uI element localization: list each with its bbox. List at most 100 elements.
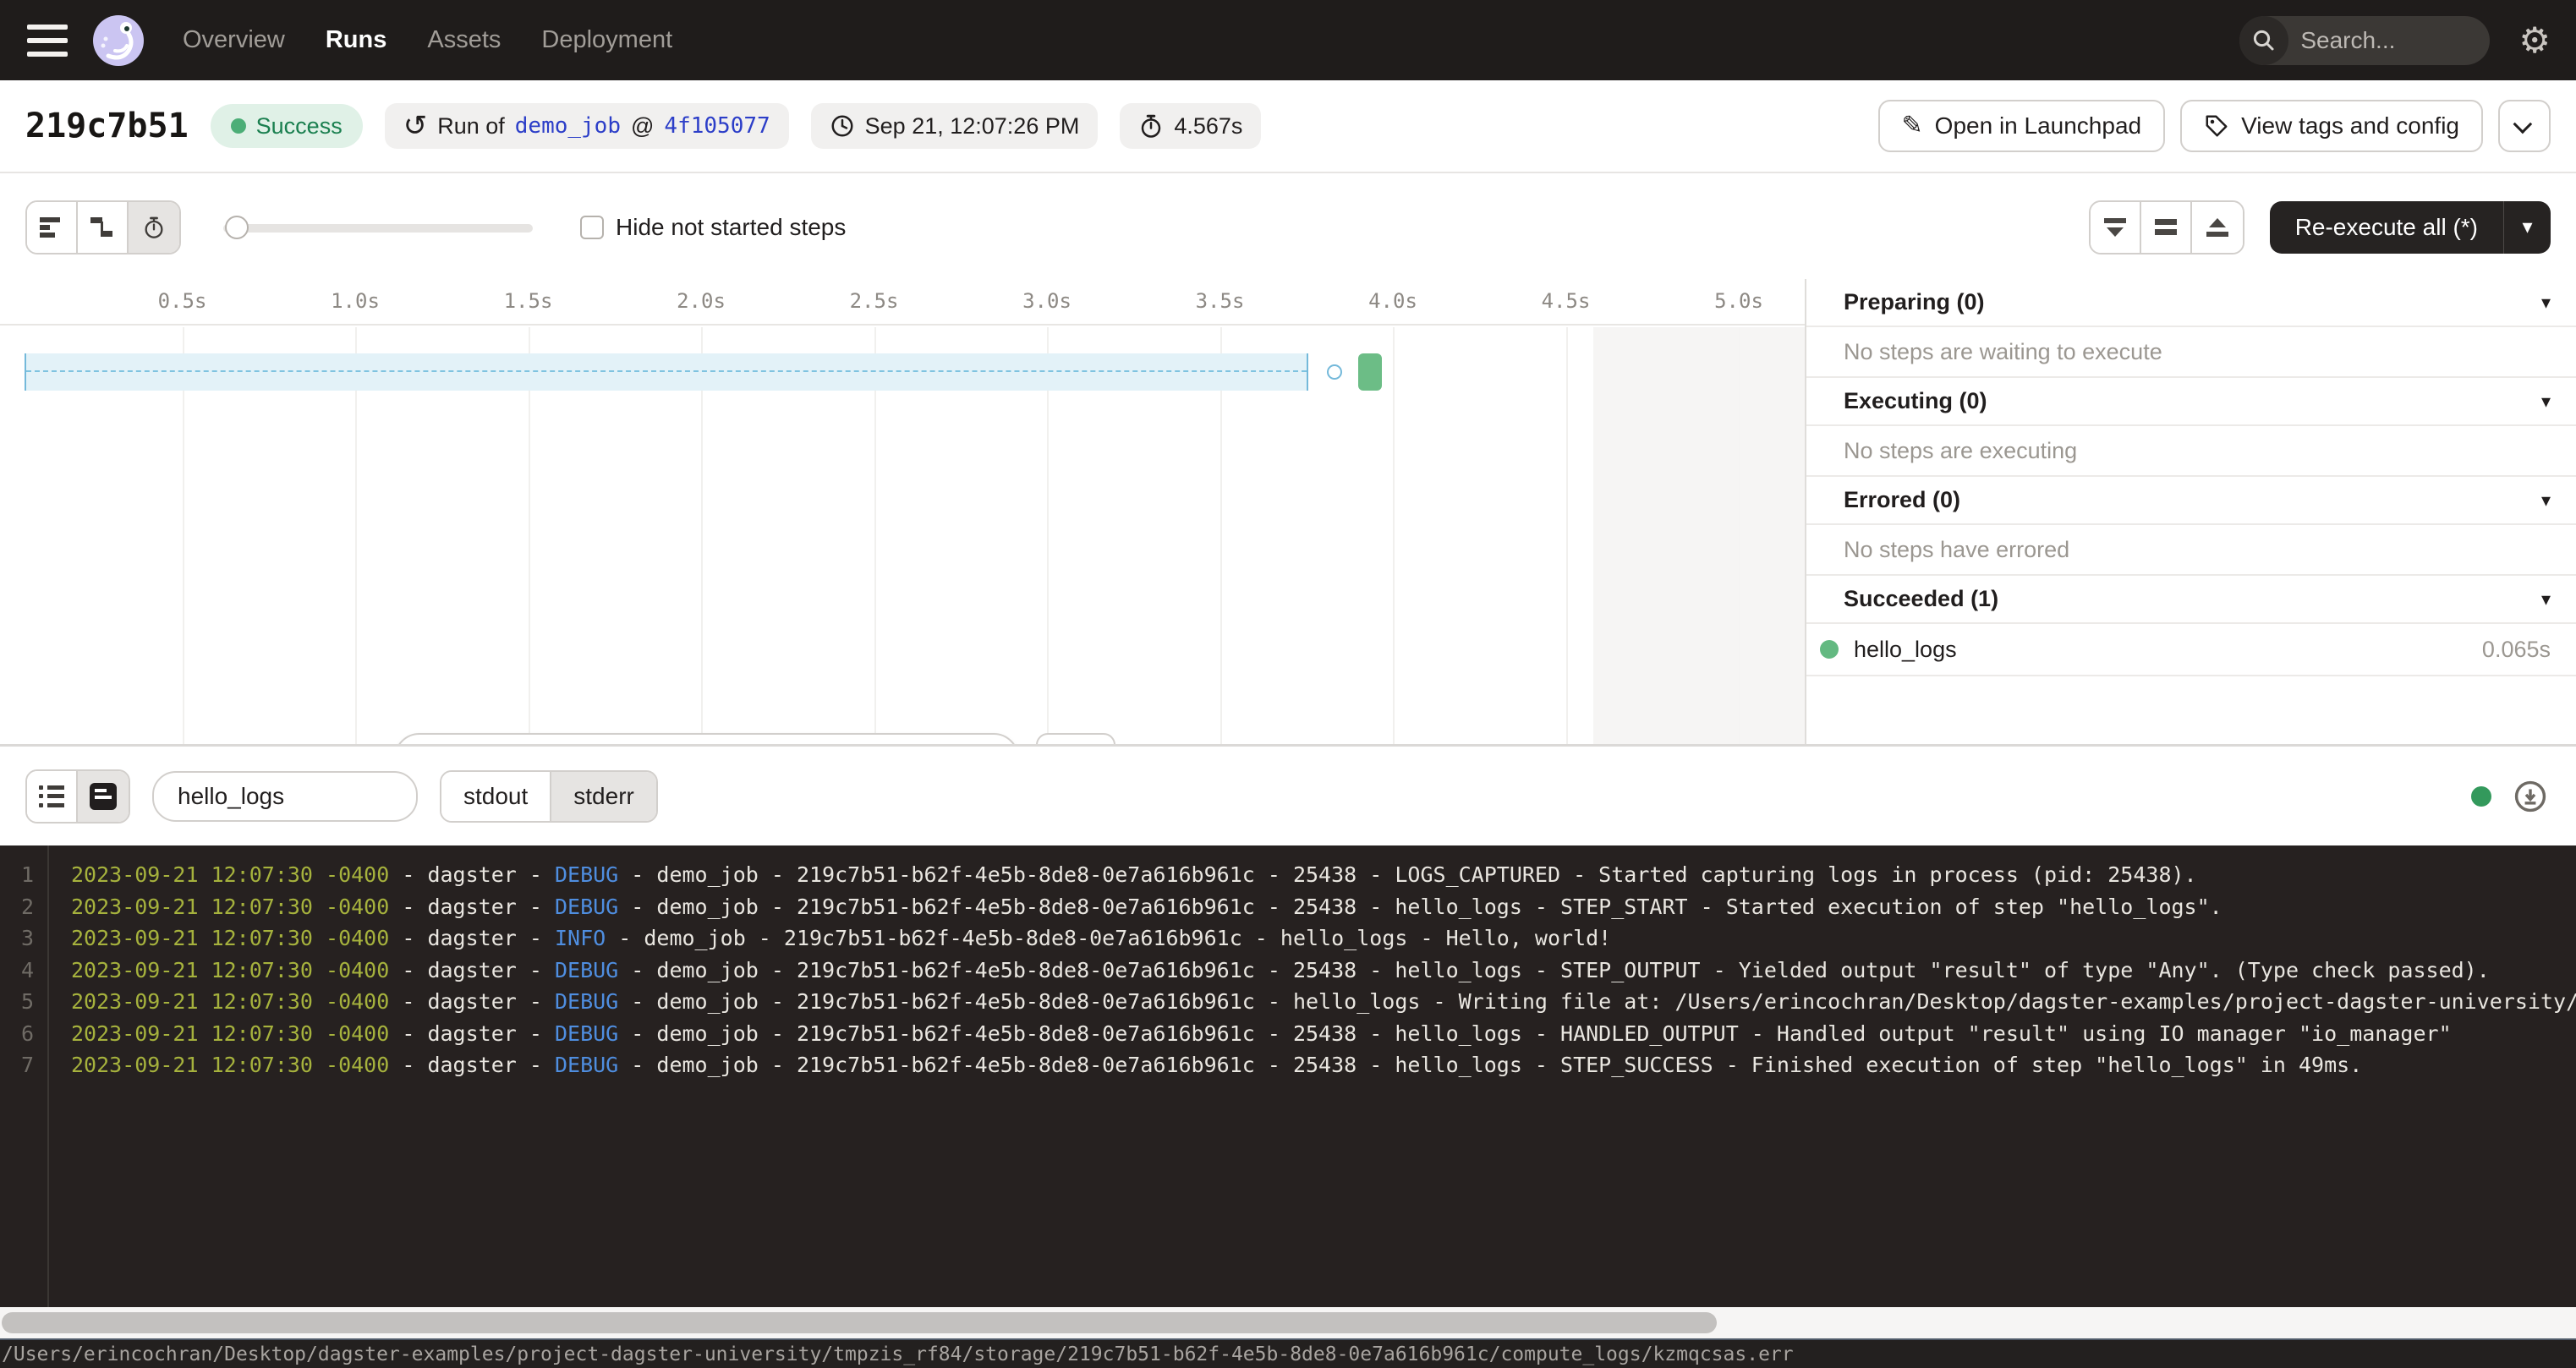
axis-tick-label: 4.5s [1542, 289, 1591, 313]
log-lines: 12023-09-21 12:07:30 -0400 - dagster - D… [0, 859, 2576, 1081]
step-marker-dot[interactable] [1327, 364, 1342, 380]
split-panels-button[interactable] [2141, 202, 2192, 253]
waterfall-view-icon [90, 216, 114, 238]
run-id: 219c7b51 [25, 107, 189, 145]
step-status-panel: Preparing (0) ▾ No steps are waiting to … [1806, 279, 2576, 744]
hide-not-started-label: Hide not started steps [616, 214, 846, 241]
stopwatch-icon [1138, 113, 1164, 139]
split-rows-icon [2155, 219, 2177, 235]
reexecute-options-button[interactable]: ▾ [2503, 201, 2551, 254]
hamburger-icon[interactable] [27, 25, 68, 57]
step-subset-controls: Hide unselected steps [394, 733, 1418, 744]
list-icon [39, 785, 64, 807]
gantt-toolbar-right: Re-execute all (*) ▾ [2089, 200, 2551, 254]
log-view-mode-group [25, 769, 130, 824]
after-run-shading [1593, 327, 1805, 744]
section-caret-icon[interactable]: ▾ [2541, 490, 2551, 512]
log-line: 32023-09-21 12:07:30 -0400 - dagster - I… [0, 922, 2576, 955]
stopwatch-icon [142, 216, 166, 239]
slider-handle[interactable] [225, 216, 249, 239]
waterfall-view-button[interactable] [78, 202, 129, 253]
log-line: 52023-09-21 12:07:30 -0400 - dagster - D… [0, 986, 2576, 1018]
run-of-tag: ↺ Run of demo_job @ 4f105077 [385, 103, 789, 149]
console-icon [90, 783, 117, 810]
collapse-bottom-button[interactable] [2091, 202, 2141, 253]
tab-stdout[interactable]: stdout [441, 772, 551, 821]
job-link[interactable]: demo_job [515, 113, 621, 139]
tab-stderr[interactable]: stderr [551, 772, 656, 821]
timed-view-button[interactable] [129, 202, 179, 253]
scrollbar-thumb[interactable] [2, 1312, 1717, 1333]
nav-item-deployment[interactable]: Deployment [541, 26, 672, 54]
section-header-preparing[interactable]: Preparing (0) ▾ [1806, 279, 2576, 327]
search-input[interactable] [2288, 27, 2490, 54]
gridline [1566, 327, 1568, 744]
collapse-top-button[interactable] [2192, 202, 2243, 253]
log-step-filter-input[interactable] [152, 771, 418, 822]
nav-right: / ⚙ [2239, 16, 2551, 65]
gantt-toolbar: Hide not started steps Re-execute all (*… [0, 175, 2576, 279]
section-empty-preparing: No steps are waiting to execute [1806, 327, 2576, 378]
snapshot-link[interactable]: 4f105077 [664, 113, 770, 139]
structured-log-view-button[interactable] [27, 771, 78, 822]
log-line: 72023-09-21 12:07:30 -0400 - dagster - D… [0, 1049, 2576, 1081]
nav-item-assets[interactable]: Assets [427, 26, 501, 54]
duration-tag: 4.567s [1120, 103, 1261, 149]
zoom-slider[interactable] [223, 216, 533, 239]
axis-tick-label: 5.0s [1714, 289, 1763, 313]
nav-item-runs[interactable]: Runs [326, 26, 387, 54]
axis-tick-label: 1.5s [504, 289, 553, 313]
gantt-plot-area: Hide unselected steps [0, 327, 1805, 744]
view-tags-config-button[interactable]: View tags and config [2180, 100, 2483, 152]
reexecute-all-button[interactable]: Re-execute all (*) [2270, 201, 2503, 254]
run-actions: ✎ Open in Launchpad View tags and config [1878, 100, 2551, 152]
download-icon[interactable] [2513, 780, 2547, 813]
nav-item-overview[interactable]: Overview [183, 26, 285, 54]
gridline [1393, 327, 1395, 744]
raw-log-view-button[interactable] [78, 771, 129, 822]
axis-tick-label: 2.5s [850, 289, 899, 313]
reexecute-split-button: Re-execute all (*) ▾ [2270, 201, 2551, 254]
axis-tick-label: 3.0s [1022, 289, 1072, 313]
axis-tick-label: 1.0s [331, 289, 380, 313]
start-time-tag: Sep 21, 12:07:26 PM [811, 103, 1099, 149]
status-bar: /Users/erincochran/Desktop/dagster-examp… [0, 1338, 2576, 1368]
raw-log-output: 12023-09-21 12:07:30 -0400 - dagster - D… [0, 845, 2576, 1307]
gantt-step-bar-hello-logs[interactable] [1358, 353, 1382, 391]
slider-track[interactable] [223, 224, 533, 233]
section-header-executing[interactable]: Executing (0) ▾ [1806, 378, 2576, 426]
step-subset-box [394, 733, 1019, 744]
stdout-stderr-tabs: stdout stderr [440, 770, 658, 823]
axis-tick-label: 3.5s [1196, 289, 1245, 313]
primary-nav: Overview Runs Assets Deployment [183, 26, 672, 54]
graph-query-toggle-button[interactable] [1036, 733, 1115, 744]
chevron-down-icon [2513, 115, 2533, 134]
stream-status-dot [2471, 786, 2491, 807]
section-header-errored[interactable]: Errored (0) ▾ [1806, 477, 2576, 525]
section-header-succeeded[interactable]: Succeeded (1) ▾ [1806, 576, 2576, 624]
section-caret-icon[interactable]: ▾ [2541, 588, 2551, 610]
status-dot-icon [231, 118, 246, 134]
gantt-chart: 0.5s 1.0s 1.5s 2.0s 2.5s 3.0s 3.5s 4.0s 4.5s 5.0s [0, 279, 1805, 744]
section-caret-icon[interactable]: ▾ [2541, 292, 2551, 314]
dagster-run-page: Overview Runs Assets Deployment / ⚙ 219c… [0, 0, 2576, 1368]
collapse-down-icon [2104, 218, 2126, 237]
open-in-launchpad-button[interactable]: ✎ Open in Launchpad [1878, 100, 2166, 152]
gear-icon[interactable]: ⚙ [2518, 23, 2551, 58]
log-toolbar-right [2471, 780, 2547, 813]
axis-tick-label: 4.0s [1368, 289, 1417, 313]
axis-tick-label: 0.5s [158, 289, 207, 313]
section-caret-icon[interactable]: ▾ [2541, 391, 2551, 413]
search-box[interactable]: / [2239, 16, 2490, 65]
clock-icon [830, 113, 855, 139]
hide-not-started-checkbox[interactable] [580, 216, 604, 239]
step-row-hello-logs[interactable]: hello_logs 0.065s [1806, 624, 2576, 676]
axis-tick-label: 2.0s [677, 289, 726, 313]
flat-view-button[interactable] [27, 202, 78, 253]
gantt-view-mode-group [25, 200, 181, 254]
horizontal-scrollbar[interactable] [0, 1307, 2576, 1338]
dagster-logo[interactable] [91, 14, 145, 68]
log-toolbar: stdout stderr [0, 747, 2576, 845]
run-header: 219c7b51 Success ↺ Run of demo_job @ 4f1… [0, 80, 2576, 173]
more-actions-button[interactable] [2498, 100, 2551, 152]
